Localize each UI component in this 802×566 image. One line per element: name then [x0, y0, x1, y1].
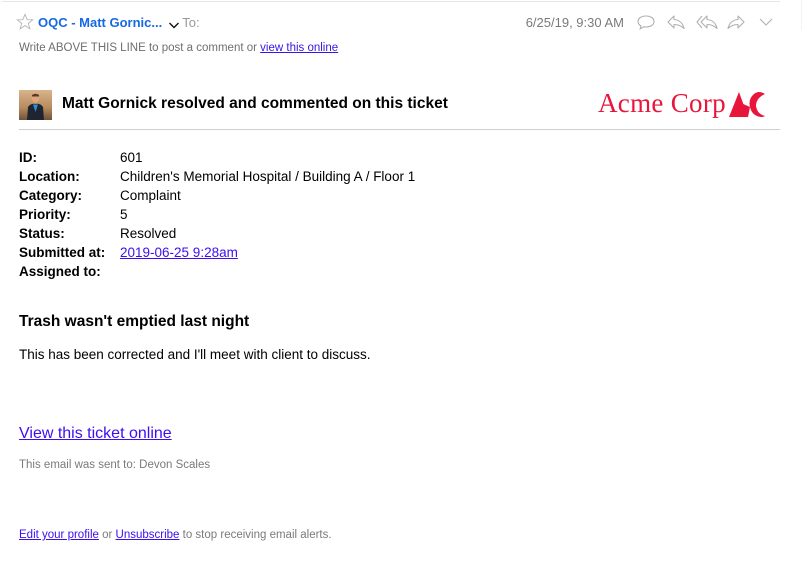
- footer-suffix: to stop receiving email alerts.: [179, 529, 332, 541]
- field-value: 5: [120, 207, 128, 222]
- star-icon[interactable]: [16, 13, 34, 31]
- email-footer: Edit your profile or Unsubscribe to stop…: [19, 529, 332, 541]
- reply-instruction-text: Write ABOVE THIS LINE to post a comment …: [19, 42, 261, 54]
- ticket-comment: This has been corrected and I'll meet wi…: [19, 347, 371, 362]
- view-ticket-online: View this ticket online: [19, 425, 172, 443]
- mail-header: OQC - Matt Gornic... To: 6/25/19, 9:30 A…: [16, 12, 776, 32]
- comment-icon[interactable]: [636, 14, 656, 30]
- forward-icon[interactable]: [726, 14, 746, 30]
- view-ticket-online-link[interactable]: View this ticket online: [19, 425, 172, 442]
- field-row-submitted-at: Submitted at: 2019-06-25 9:28am: [19, 243, 415, 262]
- submitted-at-link[interactable]: 2019-06-25 9:28am: [120, 245, 238, 260]
- field-row-priority: Priority: 5: [19, 205, 415, 224]
- field-label: Location:: [19, 169, 80, 184]
- activity-headline: Matt Gornick resolved and commented on t…: [62, 95, 448, 112]
- header-divider: [2, 1, 780, 2]
- ticket-details: ID: 601 Location: Children's Memorial Ho…: [19, 148, 415, 281]
- field-row-assigned-to: Assigned to:: [19, 262, 415, 281]
- field-row-location: Location: Children's Memorial Hospital /…: [19, 167, 415, 186]
- field-label: Submitted at:: [19, 245, 106, 260]
- avatar: [19, 90, 52, 120]
- field-value: [120, 262, 415, 281]
- field-label: Assigned to:: [19, 264, 101, 279]
- more-chevron-icon[interactable]: [756, 14, 776, 30]
- field-value: Resolved: [120, 226, 177, 241]
- reply-icon[interactable]: [666, 14, 686, 30]
- brand-mark-icon: [728, 89, 766, 119]
- field-label: Category:: [19, 188, 83, 203]
- sender-name[interactable]: OQC - Matt Gornic...: [38, 15, 162, 30]
- brand-logo: Acme Corp: [598, 88, 766, 119]
- field-row-category: Category: Complaint: [19, 186, 415, 205]
- chevron-down-icon[interactable]: [168, 17, 180, 29]
- message-date: 6/25/19, 9:30 AM: [525, 14, 624, 30]
- ticket-subject: Trash wasn't emptied last night: [19, 313, 250, 330]
- field-value: Children's Memorial Hospital / Building …: [120, 169, 416, 184]
- view-this-online-link[interactable]: view this online: [260, 42, 338, 54]
- headline-divider: [19, 129, 780, 130]
- header-actions: 6/25/19, 9:30 AM: [526, 14, 776, 30]
- field-label: ID:: [19, 150, 37, 165]
- edit-profile-link[interactable]: Edit your profile: [19, 529, 99, 541]
- field-value: 601: [120, 150, 143, 165]
- field-row-status: Status: Resolved: [19, 224, 415, 243]
- footer-or: or: [98, 529, 116, 541]
- sent-to-text: This email was sent to: Devon Scales: [19, 459, 211, 471]
- field-row-id: ID: 601: [19, 148, 415, 167]
- reply-instruction: Write ABOVE THIS LINE to post a comment …: [19, 42, 338, 54]
- brand-name: Acme Corp: [598, 88, 726, 118]
- reply-all-icon[interactable]: [696, 14, 718, 30]
- field-label: Priority:: [19, 207, 71, 222]
- to-label: To:: [182, 14, 200, 30]
- field-value: Complaint: [120, 188, 181, 203]
- field-value: 2019-06-25 9:28am: [120, 243, 415, 262]
- unsubscribe-link[interactable]: Unsubscribe: [116, 529, 180, 541]
- field-label: Status:: [19, 226, 65, 241]
